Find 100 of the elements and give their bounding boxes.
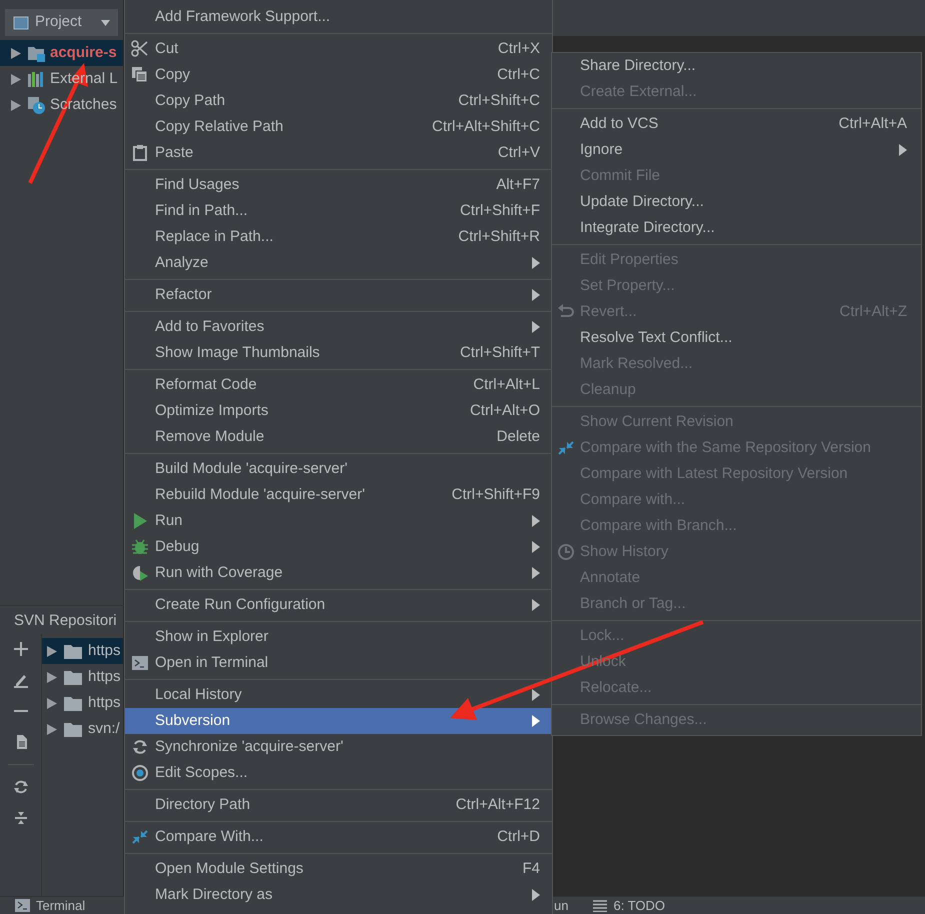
shortcut-text: Ctrl+Shift+C: [458, 90, 540, 111]
menu-item[interactable]: Analyze: [125, 250, 552, 276]
window-icon: [13, 16, 29, 30]
tree-item[interactable]: svn:/: [42, 716, 123, 742]
menu-item[interactable]: Resolve Text Conflict...: [552, 325, 921, 351]
menu-item[interactable]: Mark Directory as: [125, 882, 552, 908]
menu-item[interactable]: Paste Ctrl+V: [125, 140, 552, 166]
menu-item[interactable]: Add to VCS Ctrl+Alt+A: [552, 111, 921, 137]
tree-item[interactable]: https: [42, 638, 123, 664]
tree-item[interactable]: https: [42, 690, 123, 716]
menu-item[interactable]: Open in Terminal: [125, 650, 552, 676]
toolbar-button[interactable]: [12, 640, 30, 658]
sync-icon: [131, 738, 149, 756]
copy-icon: [131, 66, 149, 84]
folder-icon: [64, 670, 82, 684]
menu-item[interactable]: Copy Relative Path Ctrl+Alt+Shift+C: [125, 114, 552, 140]
clock-icon: [557, 543, 575, 561]
menu-item[interactable]: Edit Scopes...: [125, 760, 552, 786]
tool-window-tab[interactable]: 6: TODO: [613, 896, 666, 914]
shortcut-text: Ctrl+Alt+O: [470, 400, 540, 421]
minus-icon: [14, 710, 28, 712]
menu-item[interactable]: Directory Path Ctrl+Alt+F12: [125, 792, 552, 818]
collapse-icon: [12, 810, 28, 826]
refresh-icon: [12, 779, 28, 795]
expand-arrow-icon: [10, 46, 22, 60]
menu-item[interactable]: Find Usages Alt+F7: [125, 172, 552, 198]
shortcut-text: Ctrl+Alt+A: [838, 114, 907, 134]
menu-item[interactable]: Compare With... Ctrl+D: [125, 824, 552, 850]
expand-arrow-icon: [10, 98, 22, 112]
menu-item[interactable]: Create Run Configuration: [125, 592, 552, 618]
panel-title: SVN Repositori: [14, 610, 117, 631]
menu-item[interactable]: Integrate Directory...: [552, 215, 921, 241]
menu-item[interactable]: Run with Coverage: [125, 560, 552, 586]
library-icon: [27, 70, 45, 88]
menu-item[interactable]: Find in Path... Ctrl+Shift+F: [125, 198, 552, 224]
menu-item[interactable]: Copy Ctrl+C: [125, 62, 552, 88]
menu-item[interactable]: Copy Path Ctrl+Shift+C: [125, 88, 552, 114]
menu-item[interactable]: Ignore: [552, 137, 921, 163]
shortcut-text: Alt+F7: [496, 174, 540, 195]
expand-arrow-icon: [46, 722, 58, 736]
compare-arrows-icon: [131, 828, 149, 846]
menu-item[interactable]: Debug: [125, 534, 552, 560]
expand-arrow-icon: [46, 644, 58, 658]
tool-window-tab[interactable]: Terminal: [36, 896, 86, 914]
expand-arrow-icon: [10, 72, 22, 86]
menu-item[interactable]: Open Module Settings F4: [125, 856, 552, 882]
menu-item[interactable]: Add to Favorites: [125, 314, 552, 340]
menu-item[interactable]: Show in Explorer: [125, 624, 552, 650]
pencil-icon: [12, 672, 28, 688]
tree-item[interactable]: https: [42, 664, 123, 690]
coverage-icon: [131, 564, 149, 582]
dropdown-caret-icon: [101, 20, 110, 26]
menu-item[interactable]: Reformat Code Ctrl+Alt+L: [125, 372, 552, 398]
menu-item[interactable]: Add Framework Support...: [125, 4, 552, 30]
shortcut-text: Ctrl+D: [497, 826, 540, 847]
tree-item[interactable]: acquire-s: [0, 40, 123, 66]
shortcut-text: Delete: [496, 426, 540, 447]
folder-icon: [64, 696, 82, 710]
menu-item[interactable]: Optimize Imports Ctrl+Alt+O: [125, 398, 552, 424]
shortcut-text: Ctrl+X: [498, 38, 540, 59]
expand-arrow-icon: [46, 670, 58, 684]
menu-item[interactable]: Subversion: [125, 708, 552, 734]
bug-icon: [131, 538, 149, 556]
menu-item[interactable]: Show Image Thumbnails Ctrl+Shift+T: [125, 340, 552, 366]
clipboard-icon: [131, 144, 149, 162]
shortcut-text: Ctrl+Shift+F9: [452, 484, 540, 505]
menu-item[interactable]: Run: [125, 508, 552, 534]
menu-item[interactable]: Cut Ctrl+X: [125, 36, 552, 62]
target-icon: [131, 764, 149, 782]
menu-item[interactable]: Rebuild Module 'acquire-server' Ctrl+Shift+F9: [125, 482, 552, 508]
expand-arrow-icon: [46, 696, 58, 710]
menu-item[interactable]: Local History: [125, 682, 552, 708]
shortcut-text: Ctrl+Alt+L: [473, 374, 540, 395]
menu-item[interactable]: Update Directory...: [552, 189, 921, 215]
list-icon: [593, 900, 608, 912]
compare-arrows-icon: [557, 439, 575, 457]
menu-item[interactable]: Synchronize 'acquire-server': [125, 734, 552, 760]
folder-icon: [27, 44, 45, 62]
menu-item[interactable]: Refactor: [125, 282, 552, 308]
shortcut-text: Ctrl+Shift+T: [460, 342, 540, 363]
add-icon: [12, 641, 28, 657]
toolbar-button[interactable]: [12, 778, 30, 796]
scratch-clock-icon: [27, 96, 45, 114]
shortcut-text: Ctrl+C: [497, 64, 540, 85]
folder-icon: [64, 722, 82, 736]
terminal-icon: [131, 654, 149, 672]
menu-item[interactable]: Replace in Path... Ctrl+Shift+R: [125, 224, 552, 250]
shortcut-text: Ctrl+Alt+Shift+C: [432, 116, 540, 137]
shortcut-text: Ctrl+Alt+F12: [456, 794, 540, 815]
tool-window-tab[interactable]: un: [554, 896, 568, 914]
scissors-icon: [131, 40, 149, 58]
menu-item[interactable]: Build Module 'acquire-server': [125, 456, 552, 482]
shortcut-text: Ctrl+Shift+F: [460, 200, 540, 221]
folder-icon: [64, 644, 82, 658]
menu-item[interactable]: Share Directory...: [552, 53, 921, 79]
menu-item[interactable]: Remove Module Delete: [125, 424, 552, 450]
panel-header[interactable]: Project: [5, 9, 118, 36]
shortcut-text: F4: [522, 858, 540, 879]
play-icon: [131, 512, 149, 530]
shortcut-text: Ctrl+V: [498, 142, 540, 163]
